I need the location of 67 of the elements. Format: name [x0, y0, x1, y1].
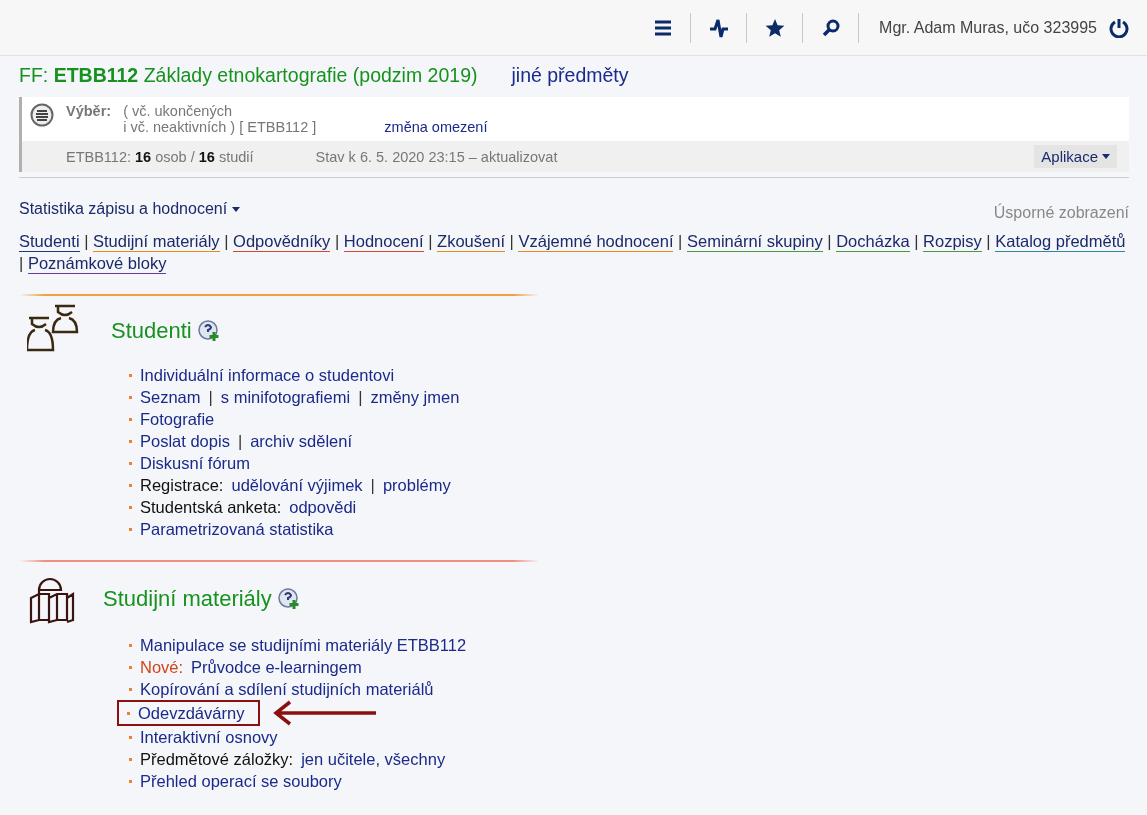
- separator: |: [224, 232, 229, 250]
- menu-link[interactable]: jen učitele, všechny: [301, 748, 446, 770]
- menu-link[interactable]: Parametrizovaná statistika: [140, 518, 334, 540]
- separator: |: [914, 232, 919, 250]
- item-label: Studentská anketa:: [140, 497, 282, 518]
- nav-link[interactable]: Docházka: [836, 232, 910, 252]
- other-courses-link[interactable]: jiné předměty: [511, 64, 629, 87]
- power-icon[interactable]: [1109, 17, 1129, 38]
- separator: |: [237, 431, 243, 452]
- nav-link[interactable]: Katalog předmětů: [995, 232, 1126, 252]
- menu-link[interactable]: Přehled operací se soubory: [140, 770, 342, 792]
- nav-link[interactable]: Rozpisy: [923, 232, 982, 252]
- nav-link[interactable]: Seminární skupiny: [686, 232, 823, 252]
- caret-icon: [1102, 154, 1110, 159]
- menu-link[interactable]: Interaktivní osnovy: [140, 726, 278, 748]
- menu-link[interactable]: Seznam: [140, 386, 201, 408]
- section-title: Studijní materiály: [103, 586, 272, 612]
- nav-link[interactable]: Poznámkové bloky: [27, 254, 167, 274]
- menu-link[interactable]: odpovědi: [289, 496, 357, 518]
- separator: |: [509, 232, 514, 250]
- item-label: Předmětové záložky:: [140, 749, 294, 770]
- separator: |: [19, 254, 24, 272]
- change-filter-link[interactable]: změna omezení: [384, 119, 488, 135]
- nav-link[interactable]: Studenti: [19, 232, 80, 252]
- filter-label: Výběr:: [66, 103, 112, 121]
- nav-link[interactable]: Vzájemné hodnocení: [518, 232, 674, 252]
- caret-icon: [232, 206, 241, 212]
- applications-button[interactable]: Aplikace: [1034, 145, 1117, 168]
- menu-link[interactable]: archiv sdělení: [250, 430, 352, 452]
- menu-link[interactable]: Manipulace se studijními materiály ETBB112: [140, 634, 467, 656]
- separator: |: [84, 232, 89, 250]
- menu-link[interactable]: Odevzdávárny: [138, 702, 245, 724]
- item-label: Registrace:: [140, 475, 224, 496]
- state-text: Stav k 6. 5. 2020 23:15 – aktualizovat: [315, 148, 558, 165]
- menu-link[interactable]: Průvodce e-learningem: [191, 656, 362, 678]
- menu-link[interactable]: Fotografie: [140, 408, 215, 430]
- separator: |: [986, 232, 991, 250]
- separator: |: [208, 387, 213, 408]
- section-title: Studenti: [111, 318, 192, 344]
- nav-link[interactable]: Odpovědníky: [233, 232, 331, 252]
- menu-link[interactable]: Individuální informace o studentovi: [140, 364, 395, 386]
- help-icon[interactable]: [277, 588, 300, 610]
- course-title: FF: ETBB112 Základy etnokartografie (podzim 2019): [19, 64, 478, 87]
- menu-link[interactable]: s minifotografiemi: [220, 386, 351, 408]
- menu-link[interactable]: Kopírování a sdílení studijních materiálů: [140, 678, 434, 700]
- separator: |: [678, 232, 683, 250]
- separator: |: [334, 232, 340, 250]
- new-label: Nové:: [140, 657, 184, 678]
- separator: |: [370, 475, 375, 496]
- menu-link[interactable]: problémy: [382, 474, 451, 496]
- user-name: Mgr. Adam Muras, učo 323995: [879, 18, 1097, 37]
- separator: |: [358, 387, 363, 408]
- separator: |: [428, 232, 433, 250]
- statistics-menu[interactable]: Statistika zápisu a hodnocení: [19, 196, 241, 222]
- menu-link[interactable]: udělování výjimek: [231, 474, 363, 496]
- menu-link[interactable]: Diskusní fórum: [140, 452, 251, 474]
- help-icon[interactable]: [197, 320, 220, 342]
- stats-text: ETBB112: 16 osob / 16 studií: [66, 148, 254, 165]
- nav-link[interactable]: Hodnocení: [343, 232, 424, 252]
- menu-link[interactable]: Poslat dopis: [140, 430, 230, 452]
- filter-text: i vč. neaktivních ) [ ETBB112 ]: [123, 119, 317, 135]
- filter-text: ( vč. ukončených: [123, 103, 233, 119]
- nav-link[interactable]: Zkoušení: [437, 232, 505, 252]
- menu-link[interactable]: změny jmen: [370, 386, 460, 408]
- separator: |: [827, 232, 832, 250]
- nav-link[interactable]: Studijní materiály: [93, 232, 220, 252]
- list-icon[interactable]: [30, 103, 54, 127]
